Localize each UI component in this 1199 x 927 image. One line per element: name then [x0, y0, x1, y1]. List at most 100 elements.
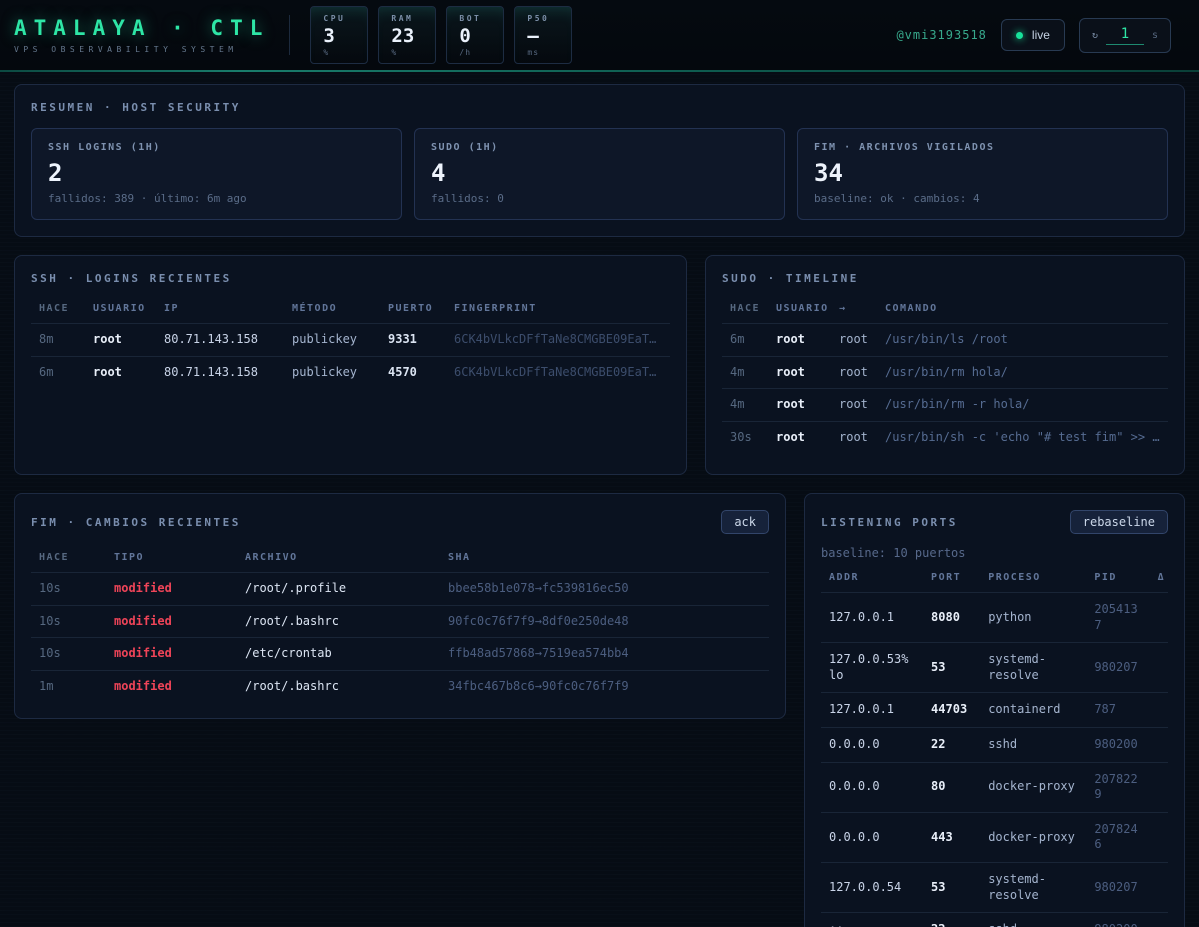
cell-hace: 10s [31, 638, 106, 671]
cell-delta [1150, 593, 1168, 643]
cell-hace: 30s [722, 421, 768, 453]
refresh-interval-input[interactable] [1106, 26, 1144, 45]
live-toggle-button[interactable]: live [1001, 19, 1065, 51]
card-subtext: fallidos: 389 · último: 6m ago [48, 192, 385, 205]
stat-value: 3 [323, 25, 355, 47]
card-label: SSH LOGINS (1H) [48, 142, 385, 153]
panel-fim-changes: FIM · CAMBIOS RECIENTES ack HACETIPOARCH… [14, 493, 786, 719]
cell-hace: 1m [31, 670, 106, 702]
table-row: 0.0.0.080docker-proxy2078229 [821, 762, 1168, 812]
cell-proceso: systemd-resolve [980, 862, 1086, 912]
cell-tipo: modified [106, 573, 237, 606]
rebaseline-button[interactable]: rebaseline [1070, 510, 1168, 534]
cell-port: 443 [923, 812, 980, 862]
cell-proceso: containerd [980, 693, 1086, 728]
cell-proceso: sshd [980, 913, 1086, 927]
cell-metodo: publickey [284, 324, 380, 357]
cell-addr: 127.0.0.1 [821, 593, 923, 643]
table-row: 0.0.0.0443docker-proxy2078246 [821, 812, 1168, 862]
ack-button[interactable]: ack [721, 510, 769, 534]
column-header-hace: HACE [31, 293, 85, 324]
cell-sha: ffb48ad57868→7519ea574bb4 [440, 638, 769, 671]
cell-target: root [831, 421, 877, 453]
refresh-interval-unit: s [1152, 30, 1158, 41]
cell-delta [1150, 693, 1168, 728]
cell-tipo: modified [106, 605, 237, 638]
stat-cpu: CPU 3 % [310, 6, 368, 64]
table-row: 10smodified/root/.bashrc90fc0c76f7f9→8df… [31, 605, 769, 638]
cell-archivo: /root/.bashrc [237, 670, 440, 702]
column-header-addr: ADDR [821, 562, 923, 593]
cell-target: root [831, 389, 877, 422]
sudo-timeline-table: HACEUSUARIO→COMANDO 6mrootroot/usr/bin/l… [722, 293, 1168, 453]
column-header-usuario: USUARIO [768, 293, 831, 324]
column-header-proceso: PROCESO [980, 562, 1086, 593]
cell-sha: 90fc0c76f7f9→8df0e250de48 [440, 605, 769, 638]
panel-ports-title: LISTENING PORTS [821, 516, 958, 529]
cell-hace: 6m [722, 324, 768, 357]
stat-unit: ms [527, 48, 559, 57]
table-row: 0.0.0.022sshd980200 [821, 727, 1168, 762]
refresh-icon: ↻ [1092, 30, 1098, 41]
stat-p50: P50 – ms [514, 6, 572, 64]
cell-pid: 2078229 [1086, 762, 1149, 812]
cell-comando: /usr/bin/rm hola/ [877, 356, 1168, 389]
cell-usuario: root [768, 421, 831, 453]
cell-target: root [831, 356, 877, 389]
column-header-comando: COMANDO [877, 293, 1168, 324]
cell-fingerprint: 6CK4bVLkcDFfTaNe8CMGBE09EaTMAO… [446, 356, 670, 388]
stat-unit: /h [459, 48, 491, 57]
card-fim: FIM · ARCHIVOS VIGILADOS 34 baseline: ok… [797, 128, 1168, 220]
cell-metodo: publickey [284, 356, 380, 388]
column-header-hace: HACE [31, 542, 106, 573]
cell-port: 22 [923, 727, 980, 762]
app-header: ATALAYA · CTL VPS OBSERVABILITY SYSTEM C… [0, 0, 1199, 70]
cell-sha: 34fbc467b8c6→90fc0c76f7f9 [440, 670, 769, 702]
stat-value: 23 [391, 25, 423, 47]
stat-value: – [527, 25, 559, 47]
column-header-port: PORT [923, 562, 980, 593]
column-header-sha: SHA [440, 542, 769, 573]
listening-ports-table: ADDRPORTPROCESOPIDΔ 127.0.0.18080python2… [821, 562, 1168, 927]
summary-cards: SSH LOGINS (1H) 2 fallidos: 389 · último… [31, 128, 1168, 220]
app-logo: ATALAYA · CTL VPS OBSERVABILITY SYSTEM [14, 16, 269, 54]
table-row: 127.0.0.53%lo53systemd-resolve980207 [821, 643, 1168, 693]
cell-hace: 10s [31, 573, 106, 606]
table-row: 30srootroot/usr/bin/sh -c 'echo "# test … [722, 421, 1168, 453]
panel-sudo-title: SUDO · TIMELINE [722, 272, 1168, 285]
header-right: @vmi3193518 live ↻ s [896, 18, 1171, 53]
cell-delta [1150, 727, 1168, 762]
cell-pid: 980207 [1086, 862, 1149, 912]
cell-addr: 127.0.0.1 [821, 693, 923, 728]
cell-pid: 980200 [1086, 913, 1149, 927]
table-row: 10smodified/root/.profilebbee58b1e078→fc… [31, 573, 769, 606]
table-row: 127.0.0.144703containerd787 [821, 693, 1168, 728]
table-header-row: HACETIPOARCHIVOSHA [31, 542, 769, 573]
column-header-ip: IP [156, 293, 284, 324]
cell-fingerprint: 6CK4bVLkcDFfTaNe8CMGBE09EaTMAO… [446, 324, 670, 357]
panel-listening-ports: LISTENING PORTS rebaseline baseline: 10 … [804, 493, 1185, 927]
cell-port: 80 [923, 762, 980, 812]
panel-fim-title: FIM · CAMBIOS RECIENTES [31, 516, 241, 529]
cell-delta [1150, 913, 1168, 927]
cell-delta [1150, 762, 1168, 812]
table-row: 4mrootroot/usr/bin/rm hola/ [722, 356, 1168, 389]
card-value: 2 [48, 159, 385, 187]
card-ssh-logins: SSH LOGINS (1H) 2 fallidos: 389 · último… [31, 128, 402, 220]
cell-port: 8080 [923, 593, 980, 643]
card-label: FIM · ARCHIVOS VIGILADOS [814, 142, 1151, 153]
table-header-row: HACEUSUARIO→COMANDO [722, 293, 1168, 324]
cell-port: 22 [923, 913, 980, 927]
panel-resumen-title: RESUMEN · HOST SECURITY [31, 101, 1168, 114]
table-row: 4mrootroot/usr/bin/rm -r hola/ [722, 389, 1168, 422]
column-header-metodo: MÉTODO [284, 293, 380, 324]
stat-value: 0 [459, 25, 491, 47]
column-header-archivo: ARCHIVO [237, 542, 440, 573]
cell-proceso: systemd-resolve [980, 643, 1086, 693]
cell-comando: /usr/bin/sh -c 'echo "# test fim" >> /et… [877, 421, 1168, 453]
card-value: 34 [814, 159, 1151, 187]
cell-ip: 80.71.143.158 [156, 356, 284, 388]
cell-hace: 6m [31, 356, 85, 388]
cell-usuario: root [768, 324, 831, 357]
cell-target: root [831, 324, 877, 357]
